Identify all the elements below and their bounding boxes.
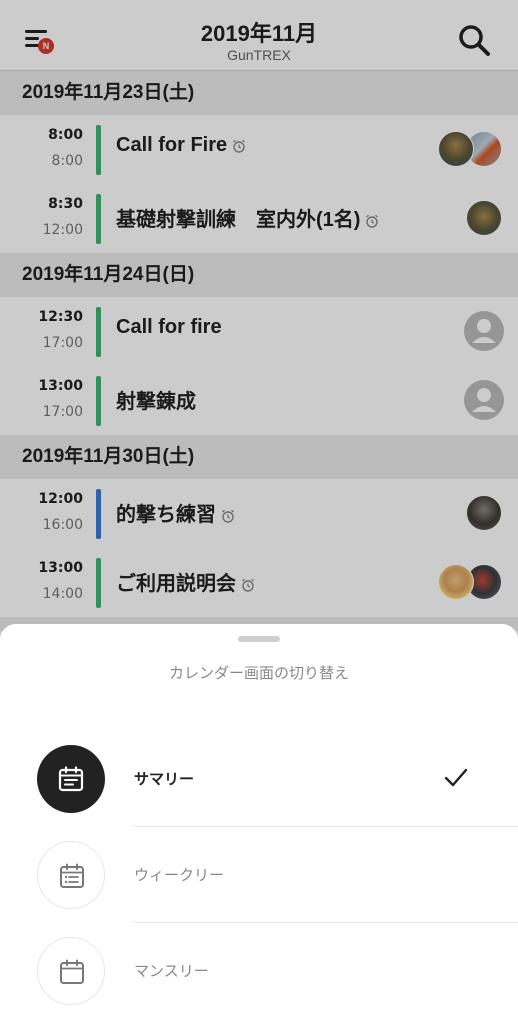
app-screen: N 2019年11月 GunTREX 2019年11月23日(土) 8:00 8…	[0, 0, 518, 1024]
calendar-monthly-icon	[37, 937, 105, 1005]
view-option-label: ウィークリー	[134, 866, 225, 884]
view-option-summary[interactable]: サマリー	[0, 731, 518, 827]
view-option-label: サマリー	[134, 770, 195, 788]
view-option-label: マンスリー	[134, 962, 209, 980]
check-icon	[444, 768, 468, 787]
sheet-drag-handle[interactable]	[238, 636, 280, 642]
calendar-weekly-icon	[37, 841, 105, 909]
view-option-monthly[interactable]: マンスリー	[0, 923, 518, 1019]
sheet-title: カレンダー画面の切り替え	[168, 664, 349, 682]
calendar-view-sheet: カレンダー画面の切り替え サマリー ウィークリー マンスリー	[0, 624, 518, 1024]
calendar-summary-icon	[37, 745, 105, 813]
view-option-weekly[interactable]: ウィークリー	[0, 827, 518, 923]
